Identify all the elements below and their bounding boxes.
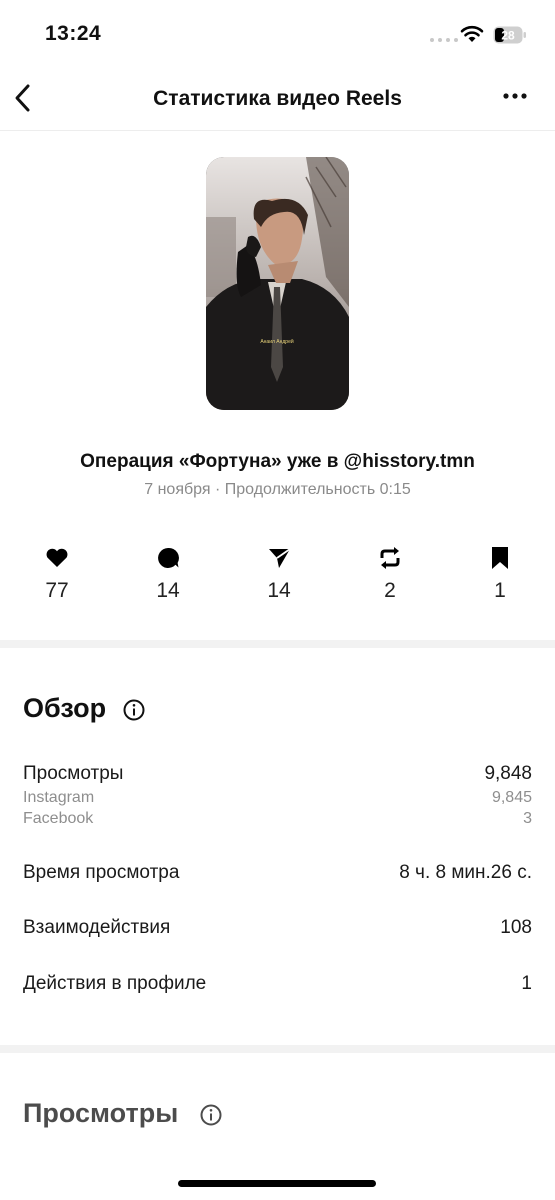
info-icon[interactable] xyxy=(123,699,145,721)
profile-actions-label: Действия в профиле xyxy=(23,973,207,994)
profile-actions-value: 1 xyxy=(521,973,532,994)
views-section-title: Просмотры xyxy=(23,1098,179,1128)
interactions-label: Взаимодействия xyxy=(23,917,171,938)
home-indicator xyxy=(178,1180,376,1187)
signal-icon xyxy=(430,38,458,42)
page-title: Статистика видео Reels xyxy=(153,87,402,110)
facebook-row: Facebook 3 xyxy=(23,810,532,828)
views-row: Просмотры 9,848 xyxy=(23,763,532,785)
send-icon xyxy=(269,548,291,568)
video-title: Операция «Фортуна» уже в @hisstory.tmn xyxy=(80,451,475,472)
header: Статистика видео Reels xyxy=(0,70,555,131)
video-thumbnail[interactable]: Анаил Андрей xyxy=(206,157,349,410)
facebook-label: Facebook xyxy=(23,810,94,827)
thumbnail-caption: Анаил Андрей xyxy=(260,338,294,345)
stat-saves: 1 xyxy=(470,545,530,603)
views-label: Просмотры xyxy=(23,763,124,784)
interactions-row[interactable]: Взаимодействия 108 xyxy=(23,917,532,939)
repost-icon xyxy=(380,547,400,569)
bookmark-icon xyxy=(492,547,508,569)
overview-title: Обзор xyxy=(23,693,107,723)
stat-comments: 14 xyxy=(138,545,198,603)
instagram-value: 9,845 xyxy=(491,789,532,806)
stat-shares: 14 xyxy=(249,545,309,603)
heart-icon xyxy=(46,548,68,567)
profile-actions-row[interactable]: Действия в профиле 1 xyxy=(23,973,532,995)
watch-time-value: 8 ч. 8 мин.26 с. xyxy=(399,862,532,883)
likes-count: 77 xyxy=(45,579,69,602)
views-value: 9,848 xyxy=(484,763,532,784)
interactions-value: 108 xyxy=(500,917,532,938)
info-icon[interactable] xyxy=(200,1104,222,1126)
wifi-icon xyxy=(460,25,484,42)
video-thumbnail-image: Анаил Андрей xyxy=(206,157,349,410)
divider xyxy=(0,1045,555,1053)
watch-time-label: Время просмотра xyxy=(23,862,180,883)
video-meta: 7 ноября · Продолжительность 0:15 xyxy=(144,481,411,498)
shares-count: 14 xyxy=(267,579,291,602)
instagram-label: Instagram xyxy=(23,789,95,806)
more-icon[interactable] xyxy=(500,84,530,108)
facebook-value: 3 xyxy=(523,810,532,827)
watch-time-row: Время просмотра 8 ч. 8 мин.26 с. xyxy=(23,862,532,884)
stat-reposts: 2 xyxy=(360,545,420,603)
divider xyxy=(0,640,555,648)
battery-level: 28 xyxy=(501,29,515,43)
status-time: 13:24 xyxy=(45,22,102,45)
instagram-row: Instagram 9,845 xyxy=(23,789,532,807)
comments-count: 14 xyxy=(156,579,180,602)
stat-likes: 77 xyxy=(27,545,87,603)
status-bar: 13:24 28 xyxy=(0,0,555,70)
engagement-stats: 77 14 14 2 1 xyxy=(0,545,555,615)
comment-icon xyxy=(158,547,179,568)
battery-icon: 28 xyxy=(493,26,526,44)
reposts-count: 2 xyxy=(384,579,396,602)
saves-count: 1 xyxy=(494,579,506,602)
